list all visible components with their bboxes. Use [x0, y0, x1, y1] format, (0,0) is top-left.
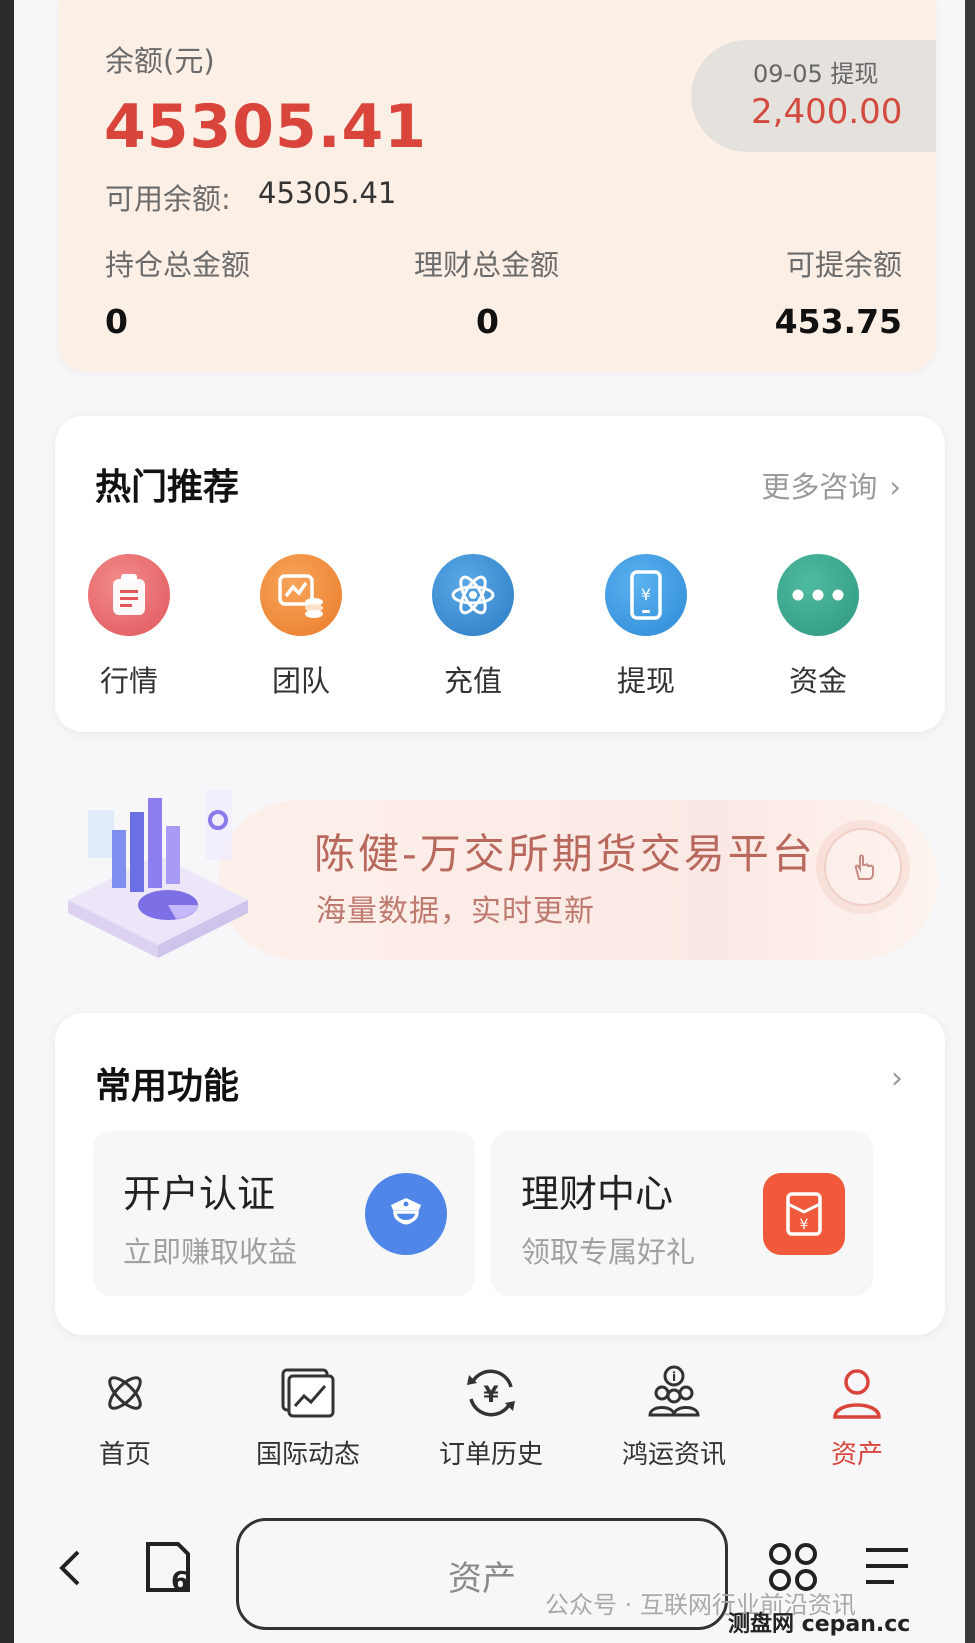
atom-outline-icon — [55, 1360, 195, 1426]
more-label: 更多咨询 — [761, 470, 878, 504]
chart-coins-icon — [260, 554, 342, 636]
tab-label: 订单历史 — [438, 1440, 543, 1470]
tab-assets[interactable]: 资产 — [787, 1360, 927, 1471]
back-arrow-icon[interactable] — [54, 1548, 84, 1592]
available-balance-label: 可用余额: — [105, 182, 231, 216]
feature-title: 开户认证 — [123, 1172, 276, 1216]
tab-fortune-news[interactable]: i 鸿运资讯 — [604, 1360, 744, 1471]
more-consult-link[interactable]: 更多咨询 › — [761, 464, 901, 506]
group-info-icon: i — [604, 1360, 744, 1426]
promo-banner[interactable]: 陈健-万交所期货交易平台 海量数据，实时更新 — [58, 790, 938, 970]
tab-order-history[interactable]: ¥ 订单历史 — [421, 1360, 561, 1471]
user-icon — [787, 1360, 927, 1426]
svg-text:i: i — [672, 1370, 676, 1384]
section-title: 热门推荐 — [95, 467, 240, 508]
trend-chart-icon — [238, 1360, 378, 1426]
feature-subtitle: 立即赚取收益 — [123, 1235, 298, 1269]
isometric-chart-illustration — [68, 790, 248, 958]
feature-title: 理财中心 — [521, 1172, 674, 1216]
balance-value: 45305.41 — [104, 92, 428, 162]
clipboard-icon — [88, 554, 170, 636]
hot-item-label: 资金 — [788, 664, 847, 698]
tab-international-news[interactable]: 国际动态 — [238, 1360, 378, 1471]
feature-account-verify[interactable]: 开户认证 立即赚取收益 — [93, 1131, 475, 1296]
yen-refresh-icon: ¥ — [421, 1360, 561, 1426]
tab-label: 鸿运资讯 — [621, 1440, 726, 1470]
tab-label: 国际动态 — [255, 1440, 360, 1470]
tab-count: 6 — [171, 1567, 189, 1596]
feature-subtitle: 领取专属好礼 — [521, 1235, 696, 1269]
right-edge — [965, 0, 975, 1643]
watermark-logo-text: 测盘网 cepan.cc — [728, 1612, 911, 1637]
stat-value: 0 — [476, 302, 499, 341]
stat-position-total: 持仓总金额 0 — [105, 242, 250, 341]
left-edge — [0, 0, 14, 1643]
tab-home[interactable]: 首页 — [55, 1360, 195, 1471]
phone-yen-icon: ¥ — [605, 554, 687, 636]
tabs-icon: 6 — [146, 1542, 190, 1597]
stat-value: 0 — [105, 302, 128, 341]
tap-hand-icon[interactable] — [824, 828, 902, 906]
chevron-right-icon: › — [889, 470, 901, 504]
hot-item-label: 提现 — [616, 664, 675, 698]
available-balance-value: 45305.41 — [258, 176, 397, 210]
feature-finance-center[interactable]: 理财中心 领取专属好礼 ¥ — [491, 1131, 873, 1296]
balance-card: 余额(元) 45305.41 可用余额: 45305.41 09-05 提现 2… — [58, 0, 936, 372]
stat-label: 理财总金额 — [414, 248, 560, 282]
officer-icon — [365, 1173, 447, 1255]
hot-item-funds[interactable]: 资金 — [758, 554, 878, 700]
tab-label: 资产 — [830, 1440, 883, 1470]
stat-finance-total: 理财总金额 0 — [414, 242, 559, 341]
more-dots-icon — [777, 554, 859, 636]
banner-title: 陈健-万交所期货交易平台 — [314, 830, 816, 878]
hot-item-label: 团队 — [271, 664, 330, 698]
stat-label: 持仓总金额 — [105, 248, 251, 282]
atom-icon — [432, 554, 514, 636]
hot-item-label: 充值 — [443, 664, 502, 698]
stat-label: 可提余额 — [785, 248, 902, 282]
section-title: 常用功能 — [95, 1066, 240, 1107]
common-functions-card: 常用功能 › 开户认证 立即赚取收益 理财中心 领取专属好礼 ¥ — [55, 1013, 945, 1335]
svg-text:¥: ¥ — [800, 1217, 809, 1233]
svg-text:¥: ¥ — [483, 1383, 499, 1408]
hot-item-market[interactable]: 行情 — [69, 554, 189, 700]
red-envelope-icon: ¥ — [763, 1173, 845, 1255]
tabs-switcher[interactable]: 6 — [142, 1540, 198, 1600]
hot-item-label: 行情 — [99, 664, 158, 698]
tab-label: 首页 — [98, 1440, 151, 1470]
last-withdraw-badge[interactable]: 09-05 提现 2,400.00 — [691, 40, 936, 152]
bottom-tab-bar: 首页 国际动态 ¥ 订单历史 i 鸿运资讯 资产 — [55, 1360, 945, 1480]
withdraw-amount: 2,400.00 — [751, 92, 903, 132]
page: 余额(元) 45305.41 可用余额: 45305.41 09-05 提现 2… — [14, 0, 965, 1643]
banner-subtitle: 海量数据，实时更新 — [316, 894, 595, 929]
hot-item-team[interactable]: 团队 — [241, 554, 361, 700]
hot-item-recharge[interactable]: 充值 — [413, 554, 533, 700]
svg-text:¥: ¥ — [641, 585, 651, 604]
hot-recommend-card: 热门推荐 更多咨询 › 行情 团队 充值 ¥ 提现 资金 — [55, 416, 945, 732]
hamburger-menu-icon[interactable] — [864, 1544, 910, 1592]
stat-value: 453.75 — [774, 302, 902, 341]
balance-label: 余额(元) — [105, 44, 215, 78]
withdraw-date: 09-05 提现 — [753, 60, 879, 88]
stat-withdrawable: 可提余额 453.75 — [775, 242, 902, 341]
chevron-right-icon[interactable]: › — [891, 1061, 903, 1096]
hot-item-withdraw[interactable]: ¥ 提现 — [586, 554, 706, 700]
